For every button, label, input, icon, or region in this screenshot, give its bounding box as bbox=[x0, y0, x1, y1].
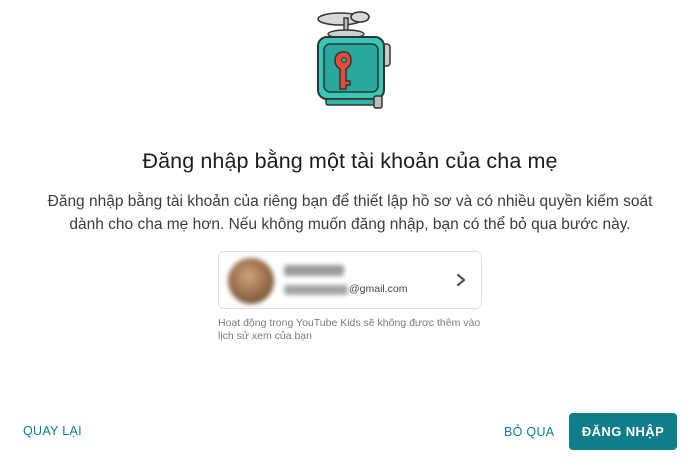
back-button[interactable]: QUAY LẠI bbox=[23, 424, 82, 438]
parent-signin-page: Đăng nhập bằng một tài khoản của cha mẹ … bbox=[0, 0, 700, 470]
account-email-user-redacted bbox=[284, 285, 348, 295]
account-email-domain: @gmail.com bbox=[349, 283, 408, 295]
page-description: Đăng nhập bằng tài khoản của riêng bạn đ… bbox=[47, 193, 653, 233]
account-name-redacted bbox=[284, 265, 344, 276]
history-note: Hoạt động trong YouTube Kids sẽ không đư… bbox=[218, 317, 481, 342]
helicopter-tv-illustration bbox=[317, 11, 391, 109]
account-selector[interactable]: @gmail.com bbox=[218, 251, 482, 309]
page-title: Đăng nhập bằng một tài khoản của cha mẹ bbox=[142, 149, 558, 173]
chevron-right-icon bbox=[456, 273, 466, 287]
avatar bbox=[228, 258, 274, 304]
skip-button[interactable]: BỎ QUA bbox=[504, 425, 554, 439]
signin-button[interactable]: ĐĂNG NHẬP bbox=[569, 413, 677, 450]
